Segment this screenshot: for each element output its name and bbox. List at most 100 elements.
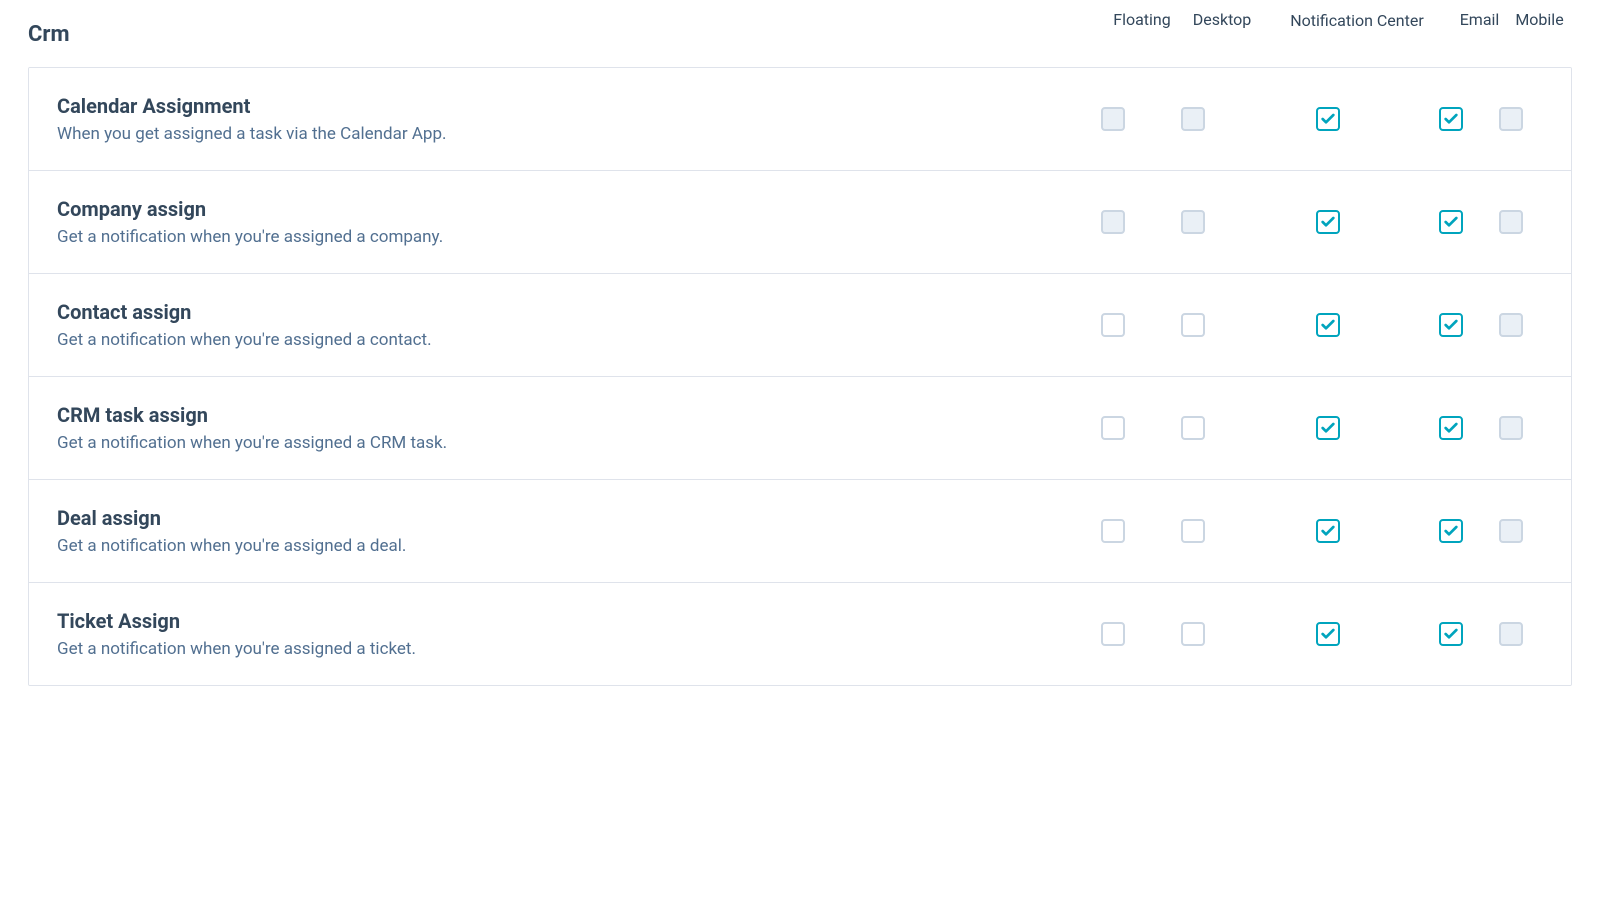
checkbox-cell-notification-center: [1233, 622, 1423, 646]
checkbox-notification-center[interactable]: [1316, 519, 1340, 543]
checkbox-cell-email: [1423, 107, 1478, 131]
checkbox-cell-desktop: [1153, 107, 1233, 131]
checkbox-cell-floating: [1073, 313, 1153, 337]
row-text: Company assign Get a notification when yo…: [57, 197, 1073, 247]
checkbox-cell-desktop: [1153, 313, 1233, 337]
checkbox-cell-email: [1423, 210, 1478, 234]
column-header-email: Email: [1452, 10, 1507, 29]
checkbox-cell-mobile: [1478, 107, 1543, 131]
checkbox-cell-notification-center: [1233, 519, 1423, 543]
row-title: Contact assign: [57, 300, 1053, 324]
checkbox-desktop[interactable]: [1181, 313, 1205, 337]
checkbox-mobile: [1499, 519, 1523, 543]
checkbox-email[interactable]: [1439, 107, 1463, 131]
row-title: Ticket Assign: [57, 609, 1053, 633]
checkbox-cell-notification-center: [1233, 313, 1423, 337]
settings-row: Calendar Assignment When you get assigned…: [29, 68, 1571, 171]
checkbox-mobile: [1499, 416, 1523, 440]
row-description: Get a notification when you're assigned …: [57, 536, 1053, 556]
row-checkboxes: [1073, 313, 1543, 337]
checkbox-notification-center[interactable]: [1316, 210, 1340, 234]
row-title: Deal assign: [57, 506, 1053, 530]
checkbox-mobile: [1499, 622, 1523, 646]
row-text: Contact assign Get a notification when yo…: [57, 300, 1073, 350]
checkbox-cell-notification-center: [1233, 416, 1423, 440]
row-checkboxes: [1073, 622, 1543, 646]
checkbox-mobile: [1499, 313, 1523, 337]
settings-rows: Calendar Assignment When you get assigned…: [28, 67, 1572, 686]
checkbox-desktop: [1181, 107, 1205, 131]
row-description: Get a notification when you're assigned …: [57, 330, 1053, 350]
checkbox-cell-email: [1423, 622, 1478, 646]
checkbox-cell-notification-center: [1233, 210, 1423, 234]
checkbox-floating[interactable]: [1101, 313, 1125, 337]
checkbox-cell-desktop: [1153, 519, 1233, 543]
checkbox-cell-email: [1423, 313, 1478, 337]
checkbox-notification-center[interactable]: [1316, 622, 1340, 646]
checkbox-email[interactable]: [1439, 210, 1463, 234]
settings-row: Contact assign Get a notification when yo…: [29, 274, 1571, 377]
checkbox-floating[interactable]: [1101, 622, 1125, 646]
section-title: Crm: [28, 10, 1102, 47]
row-title: Calendar Assignment: [57, 94, 1053, 118]
settings-row: Company assign Get a notification when yo…: [29, 171, 1571, 274]
section-header: Crm Floating Desktop Notification Center…: [28, 0, 1572, 67]
checkbox-notification-center[interactable]: [1316, 313, 1340, 337]
checkbox-floating[interactable]: [1101, 416, 1125, 440]
checkbox-cell-mobile: [1478, 416, 1543, 440]
row-checkboxes: [1073, 416, 1543, 440]
row-text: CRM task assign Get a notification when y…: [57, 403, 1073, 453]
row-description: Get a notification when you're assigned …: [57, 639, 1053, 659]
checkbox-email[interactable]: [1439, 519, 1463, 543]
checkbox-cell-mobile: [1478, 622, 1543, 646]
row-description: Get a notification when you're assigned …: [57, 227, 1053, 247]
checkbox-cell-email: [1423, 519, 1478, 543]
checkbox-desktop[interactable]: [1181, 622, 1205, 646]
row-title: CRM task assign: [57, 403, 1053, 427]
row-text: Calendar Assignment When you get assigned…: [57, 94, 1073, 144]
row-description: When you get assigned a task via the Cal…: [57, 124, 1053, 144]
checkbox-cell-mobile: [1478, 210, 1543, 234]
checkbox-floating[interactable]: [1101, 519, 1125, 543]
row-checkboxes: [1073, 210, 1543, 234]
checkbox-notification-center[interactable]: [1316, 416, 1340, 440]
row-text: Ticket Assign Get a notification when you…: [57, 609, 1073, 659]
row-text: Deal assign Get a notification when you'r…: [57, 506, 1073, 556]
column-header-notification-center: Notification Center: [1262, 10, 1452, 32]
settings-row: Ticket Assign Get a notification when you…: [29, 583, 1571, 685]
column-header-floating: Floating: [1102, 10, 1182, 29]
row-checkboxes: [1073, 107, 1543, 131]
checkbox-cell-desktop: [1153, 210, 1233, 234]
checkbox-cell-notification-center: [1233, 107, 1423, 131]
row-title: Company assign: [57, 197, 1053, 221]
checkbox-mobile: [1499, 107, 1523, 131]
checkbox-notification-center[interactable]: [1316, 107, 1340, 131]
checkbox-desktop: [1181, 210, 1205, 234]
checkbox-cell-floating: [1073, 416, 1153, 440]
checkbox-cell-mobile: [1478, 519, 1543, 543]
checkbox-email[interactable]: [1439, 313, 1463, 337]
column-headers: Floating Desktop Notification Center Ema…: [1102, 10, 1572, 32]
checkbox-email[interactable]: [1439, 416, 1463, 440]
checkbox-floating: [1101, 107, 1125, 131]
checkbox-cell-desktop: [1153, 416, 1233, 440]
checkbox-cell-floating: [1073, 107, 1153, 131]
checkbox-cell-desktop: [1153, 622, 1233, 646]
checkbox-cell-floating: [1073, 519, 1153, 543]
checkbox-email[interactable]: [1439, 622, 1463, 646]
checkbox-mobile: [1499, 210, 1523, 234]
checkbox-cell-floating: [1073, 210, 1153, 234]
settings-row: CRM task assign Get a notification when y…: [29, 377, 1571, 480]
checkbox-floating: [1101, 210, 1125, 234]
checkbox-cell-floating: [1073, 622, 1153, 646]
settings-row: Deal assign Get a notification when you'r…: [29, 480, 1571, 583]
row-description: Get a notification when you're assigned …: [57, 433, 1053, 453]
row-checkboxes: [1073, 519, 1543, 543]
notification-settings-section: Crm Floating Desktop Notification Center…: [0, 0, 1600, 686]
column-header-mobile: Mobile: [1507, 10, 1572, 29]
checkbox-desktop[interactable]: [1181, 416, 1205, 440]
column-header-desktop: Desktop: [1182, 10, 1262, 29]
checkbox-cell-email: [1423, 416, 1478, 440]
checkbox-desktop[interactable]: [1181, 519, 1205, 543]
checkbox-cell-mobile: [1478, 313, 1543, 337]
